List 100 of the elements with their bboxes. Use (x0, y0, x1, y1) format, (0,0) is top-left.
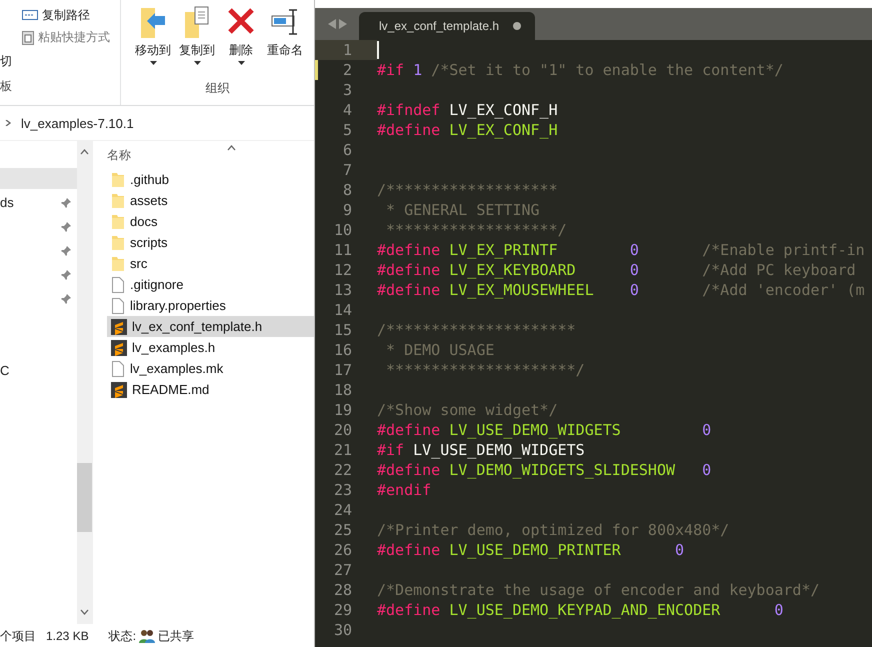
ribbon-item[interactable]: 复制路径 (42, 6, 90, 24)
file-row[interactable]: docs (107, 211, 314, 232)
code-line: #if 1 /*Set it to "1" to enable the content*/ (377, 60, 784, 80)
line-number: 2 (315, 60, 377, 80)
ribbon-item[interactable]: 粘贴快捷方式 (38, 28, 110, 46)
pin-icon (61, 294, 71, 304)
line-number: 15 (332, 320, 353, 340)
scrollbar[interactable] (77, 141, 92, 624)
folder-icon (111, 234, 125, 250)
text-cursor (377, 41, 379, 59)
code-line: #define LV_USE_DEMO_KEYPAD_AND_ENCODER 0 (377, 600, 784, 620)
line-number: 24 (332, 500, 353, 520)
scroll-up-icon (80, 149, 89, 155)
line-number: 12 (332, 260, 353, 280)
paste-shortcut-icon (22, 30, 34, 44)
editor-tab[interactable]: lv_ex_conf_template.h (359, 12, 536, 40)
ribbon-button[interactable]: 复制到 (177, 4, 217, 80)
line-number: 19 (332, 400, 353, 420)
file-icon (111, 276, 125, 292)
pin-icon (61, 222, 71, 232)
address-path[interactable]: lv_examples-7.10.1 (21, 116, 134, 130)
code-line: #ifndef LV_EX_CONF_H (377, 100, 558, 120)
line-number: 1 (315, 40, 377, 60)
code-line: #define LV_EX_PRINTF 0 /*Enable printf-in (377, 240, 865, 260)
line-number: 17 (332, 360, 353, 380)
caret-icon (194, 61, 200, 65)
pin-icon (61, 246, 71, 256)
line-number: 10 (332, 220, 353, 240)
copy-path-icon (22, 10, 38, 20)
file-row[interactable]: lv_examples.h (107, 337, 314, 358)
code-line: /*Demonstrate the usage of encoder and keyboard*/ (377, 580, 820, 600)
line-number: 23 (332, 480, 353, 500)
code-line: /*Printer demo, optimized for 800x480*/ (377, 520, 730, 540)
line-number: 26 (332, 540, 353, 560)
file-row[interactable]: .gitignore (107, 274, 314, 295)
line-number: 16 (332, 340, 353, 360)
ribbon-button[interactable]: 删除 (221, 4, 261, 80)
file-row[interactable]: README.md (107, 379, 314, 400)
forward-icon[interactable] (338, 19, 346, 29)
back-icon[interactable] (328, 19, 336, 29)
line-number: 8 (342, 180, 353, 200)
code-line: #define LV_EX_KEYBOARD 0 /*Add PC keyboard (377, 260, 856, 280)
cut-button[interactable]: 切 (0, 52, 12, 70)
folder-icon (111, 256, 125, 272)
file-row[interactable]: src (107, 253, 314, 274)
nav-item[interactable]: ds (0, 192, 77, 213)
caret-icon (238, 61, 244, 65)
file-row[interactable]: lv_ex_conf_template.h (107, 316, 314, 337)
share-state: 已共享 (158, 628, 194, 644)
column-header[interactable]: 名称 (107, 146, 131, 164)
code-line: *********************/ (385, 360, 585, 380)
file-row[interactable]: scripts (107, 232, 314, 253)
line-number: 22 (332, 460, 353, 480)
pin-icon (61, 198, 71, 208)
file-row[interactable]: library.properties (107, 295, 314, 316)
line-number: 21 (332, 440, 353, 460)
sort-icon (227, 145, 236, 151)
line-number: 30 (332, 620, 353, 640)
file-icon (111, 298, 125, 314)
line-number: 29 (332, 600, 353, 620)
code-line: #if LV_USE_DEMO_WIDGETS (377, 440, 585, 460)
line-number: 6 (342, 140, 353, 160)
line-number: 20 (332, 420, 353, 440)
line-number: 3 (342, 80, 353, 100)
line-number: 4 (342, 100, 353, 120)
line-number: 25 (332, 520, 353, 540)
code-line: #define LV_EX_CONF_H (377, 120, 558, 140)
file-row[interactable]: lv_examples.mk (107, 358, 314, 379)
line-number: 13 (332, 280, 353, 300)
folder-icon (111, 172, 125, 188)
line-number: 7 (342, 160, 353, 180)
line-number: 5 (342, 120, 353, 140)
code-line: * GENERAL SETTING (385, 200, 540, 220)
sublime-file-icon (111, 382, 127, 398)
item-count: 个项目 (0, 628, 36, 644)
code-line: *******************/ (385, 220, 567, 240)
ribbon-button[interactable]: 重命名 (265, 4, 305, 80)
sublime-file-icon (111, 340, 127, 356)
code-line: #define LV_DEMO_WIDGETS_SLIDESHOW 0 (377, 460, 712, 480)
file-row[interactable]: .github (107, 169, 314, 190)
line-number: 14 (332, 300, 353, 320)
pin-icon (61, 270, 71, 280)
code-line: * DEMO USAGE (385, 340, 494, 360)
chevron-icon (4, 120, 13, 126)
code-line: #define LV_USE_DEMO_WIDGETS 0 (377, 420, 712, 440)
code-line: #define LV_USE_DEMO_PRINTER 0 (377, 540, 684, 560)
code-line: /********************* (377, 320, 576, 340)
move-to-icon (138, 6, 168, 40)
folder-icon (111, 214, 125, 230)
line-number: 9 (342, 200, 353, 220)
line-number: 28 (332, 580, 353, 600)
code-line: #endif (377, 480, 432, 500)
group-label: 板 (0, 78, 12, 94)
nav-item[interactable]: C (0, 363, 10, 378)
file-icon (111, 360, 125, 376)
ribbon-button[interactable]: 移动到 (133, 4, 173, 80)
scrollbar-thumb[interactable] (77, 463, 92, 532)
line-number: 11 (332, 240, 353, 260)
caret-icon (150, 61, 156, 65)
file-row[interactable]: assets (107, 190, 314, 211)
